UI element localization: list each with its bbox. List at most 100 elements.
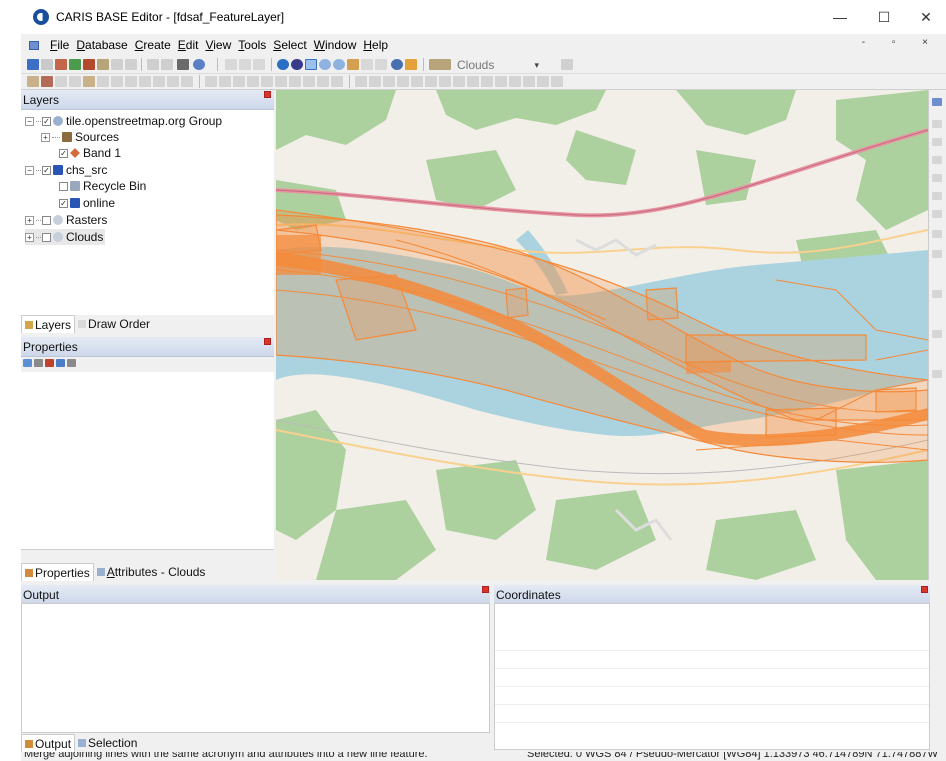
feature-tool-icon[interactable] xyxy=(317,76,329,87)
close-button[interactable]: ✕ xyxy=(915,6,937,28)
menu-window[interactable]: Window xyxy=(314,38,357,52)
collapse-icon[interactable]: − xyxy=(25,116,34,126)
view-tool-icon[interactable] xyxy=(932,120,942,128)
menu-file[interactable]: File xyxy=(50,38,69,52)
feature-tool-icon[interactable] xyxy=(551,76,563,87)
sort-alpha-icon[interactable] xyxy=(34,359,43,367)
cut-icon[interactable] xyxy=(111,59,123,70)
feature-tool-icon[interactable] xyxy=(233,76,245,87)
visibility-checkbox[interactable]: ✓ xyxy=(59,148,68,158)
view-tool-icon[interactable] xyxy=(932,250,942,258)
help-icon[interactable] xyxy=(193,59,205,70)
feature-tool-icon[interactable] xyxy=(537,76,549,87)
layer-combo[interactable]: Clouds xyxy=(451,57,543,73)
database-open-icon[interactable] xyxy=(69,59,81,70)
export-icon[interactable] xyxy=(97,59,109,70)
open-icon[interactable] xyxy=(41,59,53,70)
feature-tool-icon[interactable] xyxy=(509,76,521,87)
view-tool-icon[interactable] xyxy=(932,210,942,218)
feature-tool-icon[interactable] xyxy=(289,76,301,87)
undo-icon[interactable] xyxy=(147,59,159,70)
refresh-icon[interactable] xyxy=(391,59,403,70)
menu-create[interactable]: Create xyxy=(135,38,171,52)
feature-tool-icon[interactable] xyxy=(219,76,231,87)
output-log[interactable] xyxy=(21,603,490,733)
feature-tool-icon[interactable] xyxy=(55,76,67,87)
minimize-button[interactable]: — xyxy=(829,6,851,28)
zoom-in-icon[interactable] xyxy=(319,59,331,70)
view-tool-icon[interactable] xyxy=(932,370,942,378)
menu-tools[interactable]: Tools xyxy=(238,38,266,52)
expand-icon[interactable]: + xyxy=(25,232,34,242)
feature-tool-icon[interactable] xyxy=(411,76,423,87)
layer-visibility-icon[interactable] xyxy=(291,59,303,70)
tree-item-clouds[interactable]: + Clouds xyxy=(25,229,106,245)
tab-layers[interactable]: Layers xyxy=(21,315,76,333)
visibility-checkbox[interactable] xyxy=(42,232,51,242)
feature-tool-icon[interactable] xyxy=(467,76,479,87)
tab-properties[interactable]: Properties xyxy=(21,563,94,581)
coordinates-panel-close-icon[interactable] xyxy=(921,586,928,593)
property-pages-icon[interactable] xyxy=(56,359,65,367)
feature-tool-icon[interactable] xyxy=(383,76,395,87)
feature-tool-icon[interactable] xyxy=(453,76,465,87)
zoom-box-icon[interactable] xyxy=(305,59,317,70)
feature-tool-icon[interactable] xyxy=(181,76,193,87)
view-tool-icon[interactable] xyxy=(932,330,942,338)
tab-output[interactable]: Output xyxy=(21,734,76,752)
feature-tool-icon[interactable] xyxy=(481,76,493,87)
view-tool-icon[interactable] xyxy=(932,156,942,164)
feature-tool-icon[interactable] xyxy=(275,76,287,87)
output-panel-close-icon[interactable] xyxy=(482,586,489,593)
measure-icon[interactable] xyxy=(361,59,373,70)
feature-tool-icon[interactable] xyxy=(69,76,81,87)
categorized-icon[interactable] xyxy=(23,359,32,367)
mdi-window-controls[interactable]: - ▫ × xyxy=(862,37,940,48)
map-canvas[interactable] xyxy=(276,90,928,580)
feature-tool-icon[interactable] xyxy=(139,76,151,87)
view-tool-icon[interactable] xyxy=(932,230,942,238)
feature-tool-icon[interactable] xyxy=(27,76,39,87)
map-view[interactable] xyxy=(276,90,928,580)
feature-tool-icon[interactable] xyxy=(331,76,343,87)
feature-tool-icon[interactable] xyxy=(261,76,273,87)
coordinates-table[interactable] xyxy=(494,603,930,750)
visibility-checkbox[interactable] xyxy=(42,215,51,225)
print-icon[interactable] xyxy=(177,59,189,70)
tab-draw-order[interactable]: Draw Order xyxy=(75,315,153,333)
zoom-out-icon[interactable] xyxy=(333,59,345,70)
title-bar[interactable]: CARIS BASE Editor - [fdsaf_FeatureLayer]… xyxy=(21,0,946,34)
tree-item-recycle-bin[interactable]: Recycle Bin xyxy=(59,178,146,194)
feature-tool-icon[interactable] xyxy=(111,76,123,87)
tab-attributes[interactable]: Attributes - Clouds xyxy=(94,563,209,581)
visibility-checkbox[interactable]: ✓ xyxy=(42,165,51,175)
fly-icon[interactable] xyxy=(405,59,417,70)
description-icon[interactable] xyxy=(67,359,76,367)
measure-icon[interactable] xyxy=(375,59,387,70)
feature-tool-icon[interactable] xyxy=(167,76,179,87)
options-icon[interactable] xyxy=(561,59,573,70)
feature-tool-icon[interactable] xyxy=(355,76,367,87)
feature-tool-icon[interactable] xyxy=(247,76,259,87)
tree-item-online[interactable]: ✓ online xyxy=(59,195,115,211)
tree-item-band-1[interactable]: ✓ Band 1 xyxy=(59,145,121,161)
menu-view[interactable]: View xyxy=(205,38,231,52)
feature-tool-icon[interactable] xyxy=(205,76,217,87)
feature-tool-icon[interactable] xyxy=(439,76,451,87)
visibility-checkbox[interactable]: ✓ xyxy=(42,116,51,126)
view-tool-icon[interactable] xyxy=(932,174,942,182)
feature-tool-icon[interactable] xyxy=(125,76,137,87)
new-icon[interactable] xyxy=(27,59,39,70)
menu-database[interactable]: Database xyxy=(76,38,127,52)
tree-item-osm-group[interactable]: − ✓ tile.openstreetmap.org Group xyxy=(25,113,222,129)
view-tool-icon[interactable] xyxy=(932,98,942,106)
menu-select[interactable]: Select xyxy=(273,38,306,52)
copy-icon[interactable] xyxy=(125,59,137,70)
menu-help[interactable]: Help xyxy=(363,38,388,52)
feature-tool-icon[interactable] xyxy=(153,76,165,87)
edit-tool-icon[interactable] xyxy=(253,59,265,70)
feature-tool-icon[interactable] xyxy=(369,76,381,87)
tab-selection[interactable]: Selection xyxy=(75,734,140,752)
expand-icon[interactable]: + xyxy=(41,132,50,142)
database-save-icon[interactable] xyxy=(83,59,95,70)
